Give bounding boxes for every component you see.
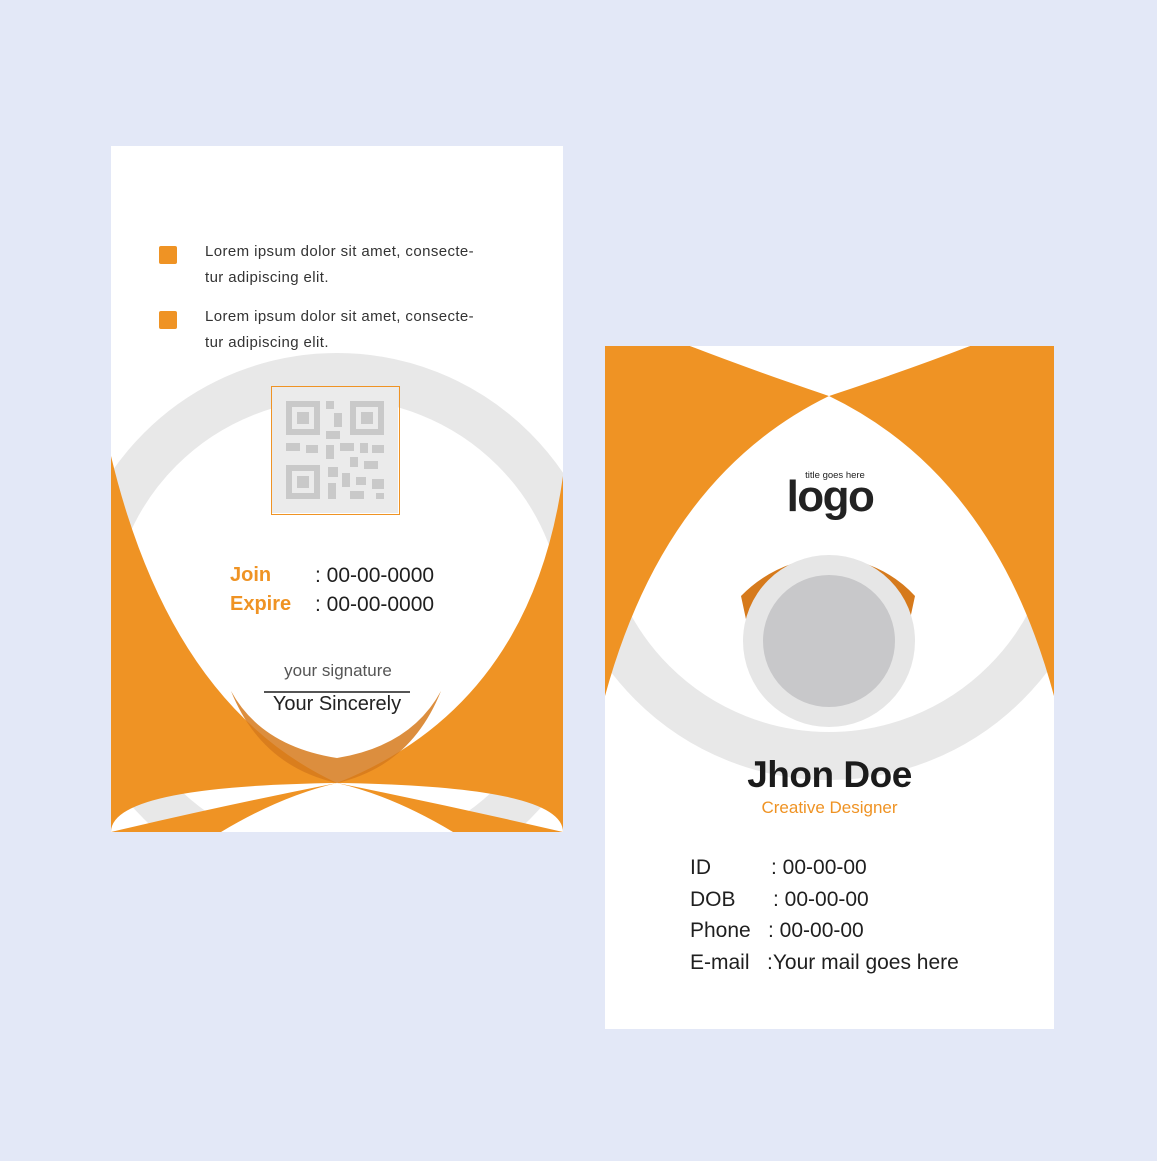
id-label: ID [690,856,711,879]
person-name: Jhon Doe [747,754,912,795]
photo-placeholder [763,575,895,707]
qr-code-icon [272,387,398,513]
expire-date: : 00-00-0000 [315,593,435,616]
id-value: : 00-00-00 [771,856,867,879]
phone-value: : 00-00-00 [768,919,864,942]
email-value: :Your mail goes here [767,951,959,974]
id-card-front: title goes here logo Jhon Doe Creative D… [605,346,1054,1029]
join-label: Join [230,564,272,586]
person-role: Creative Designer [761,798,898,817]
dob-value: : 00-00-00 [773,888,869,911]
email-label: E-mail [690,951,750,974]
join-date: : 00-00-0000 [315,564,435,587]
signature-hint: your signature [284,661,392,680]
bullet-text: Lorem ipsum dolor sit amet, consecte- tu… [205,308,475,351]
company-logo: logo [786,472,875,521]
dob-label: DOB [690,888,736,911]
signature-name: Your Sincerely [272,693,402,715]
qr-code [271,386,400,515]
expire-label: Expire [230,593,292,615]
bullet-square-icon [159,246,177,264]
back-orange-right [337,476,563,832]
id-card-back: Lorem ipsum dolor sit amet, consecte- tu… [111,146,563,832]
phone-label: Phone [690,919,751,942]
bullet-text: Lorem ipsum dolor sit amet, consecte- tu… [205,243,475,286]
bullet-square-icon [159,311,177,329]
